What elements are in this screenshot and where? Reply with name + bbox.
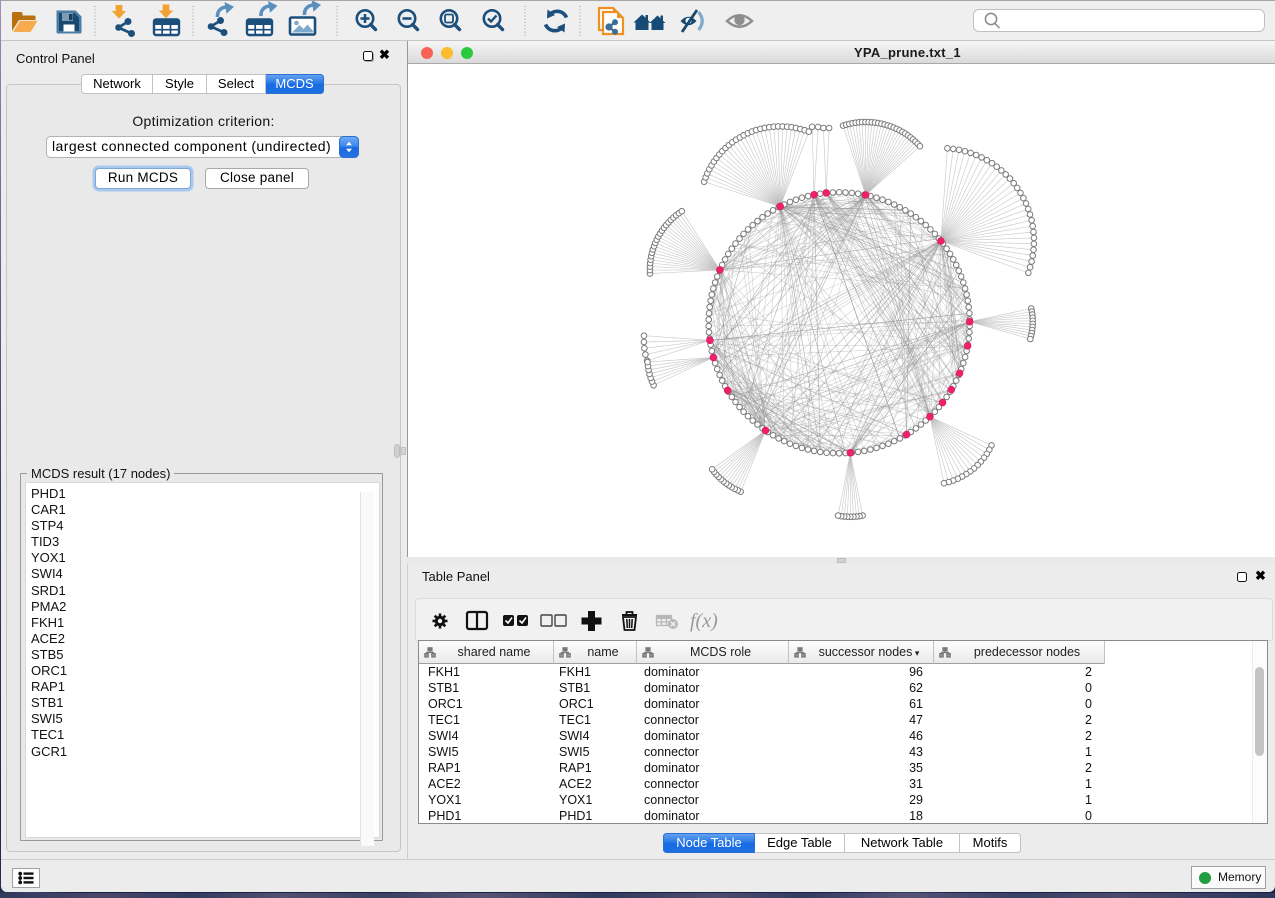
svg-text:f(x): f(x) [690,610,718,632]
